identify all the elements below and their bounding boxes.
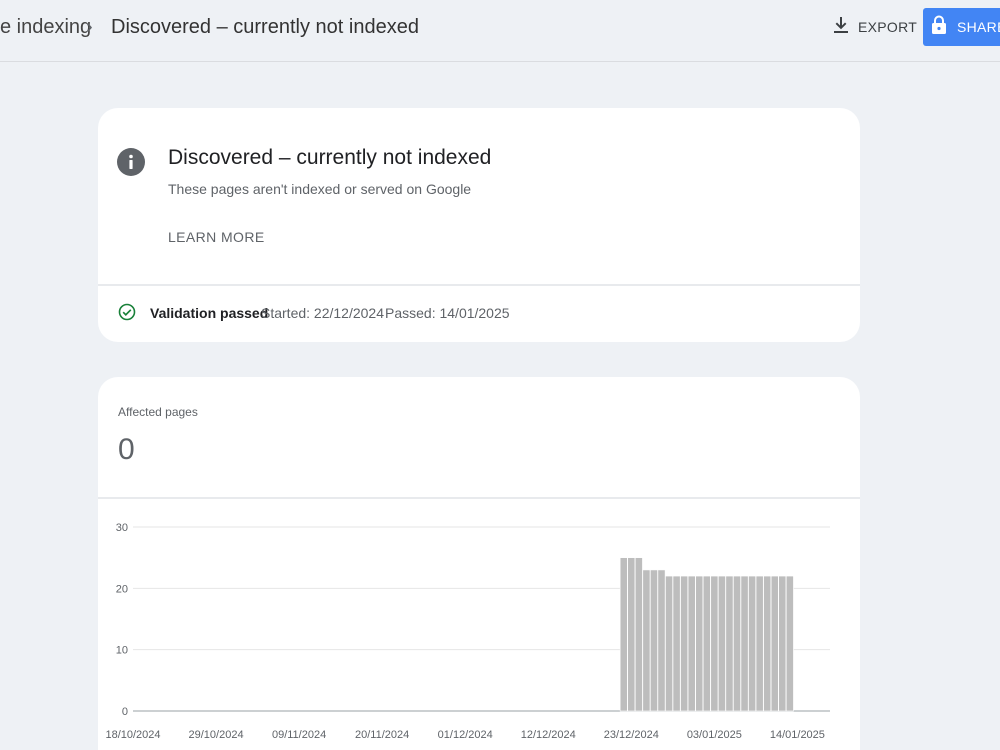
chart-bar xyxy=(717,575,726,712)
x-tick-label: 09/11/2024 xyxy=(272,729,326,741)
x-tick-label: 29/10/2024 xyxy=(189,729,244,741)
chart-bar xyxy=(763,575,772,712)
chart-bar xyxy=(725,575,734,712)
chart-bar xyxy=(695,575,704,712)
x-tick-label: 18/10/2024 xyxy=(105,729,160,741)
chart-bar xyxy=(665,575,673,712)
chart-bar xyxy=(687,575,696,712)
chart-bar xyxy=(634,557,643,712)
x-tick-label: 20/11/2024 xyxy=(355,729,409,741)
affected-pages-chart: 0 10 20 30 18/10/2024 29/10/2024 09/11/2024 20/… xyxy=(105,522,830,741)
chart-bar xyxy=(672,575,681,712)
chart-bar xyxy=(650,569,658,712)
x-tick-label: 23/12/2024 xyxy=(604,729,659,741)
chart-bar xyxy=(680,575,689,712)
chart-bar xyxy=(710,575,719,712)
chart-bar xyxy=(627,557,636,712)
chart-bar xyxy=(755,575,764,712)
chart-bar xyxy=(778,575,787,712)
y-tick-label: 0 xyxy=(122,706,128,718)
x-tick-label: 12/12/2024 xyxy=(521,729,576,741)
chart-bar xyxy=(642,569,651,712)
chart-bar xyxy=(733,575,741,712)
chart-bar xyxy=(657,569,666,712)
chart-bar xyxy=(770,575,779,712)
y-tick-label: 30 xyxy=(116,522,128,534)
y-tick-label: 20 xyxy=(116,583,128,595)
x-tick-label: 14/01/2025 xyxy=(770,729,825,741)
chart-bar xyxy=(702,575,711,712)
chart-bar xyxy=(619,557,628,712)
chart-bar xyxy=(740,575,749,712)
x-tick-label: 03/01/2025 xyxy=(687,729,742,741)
x-tick-label: 01/12/2024 xyxy=(438,729,493,741)
chart-bar xyxy=(785,575,794,712)
chart-bar xyxy=(748,575,756,712)
y-tick-label: 10 xyxy=(116,645,128,657)
